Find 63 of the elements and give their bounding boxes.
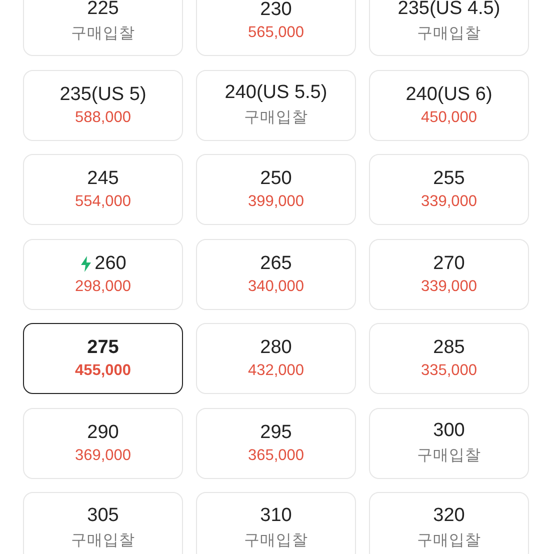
size-label: 235(US 5) — [60, 84, 146, 106]
price-label: 432,000 — [248, 362, 304, 380]
price-label: 450,000 — [420, 108, 478, 126]
price-label: 구매입찰 — [417, 446, 481, 466]
size-label: 280 — [260, 337, 292, 359]
size-label: 235(US 4.5) — [398, 0, 500, 20]
size-option[interactable]: 310 구매입찰 — [196, 492, 356, 554]
size-label: 260 — [94, 252, 126, 274]
size-option[interactable]: 250 399,000 — [196, 154, 356, 225]
size-option[interactable]: 225 구매입찰 — [23, 0, 183, 56]
size-label: 290 — [87, 422, 119, 444]
price-label: 588,000 — [74, 108, 132, 126]
size-option[interactable]: 230 565,000 — [196, 0, 356, 56]
size-label: 250 — [260, 168, 292, 190]
size-option[interactable]: 270 339,000 — [369, 238, 529, 310]
size-label: 310 — [260, 504, 292, 526]
price-label: 구매입찰 — [417, 24, 481, 44]
price-label: 구매입찰 — [71, 530, 135, 550]
size-option[interactable]: 295 365,000 — [196, 408, 356, 478]
size-label: 265 — [260, 252, 292, 274]
size-option[interactable]: 260 298,000 — [23, 238, 183, 310]
price-label: 365,000 — [248, 446, 304, 464]
size-label: 230 — [260, 0, 292, 21]
size-option[interactable]: 285 335,000 — [369, 323, 529, 394]
price-label: 399,000 — [248, 193, 304, 211]
size-option[interactable]: 320 구매입찰 — [369, 492, 529, 554]
size-option[interactable]: 265 340,000 — [196, 238, 356, 310]
price-label: 구매입찰 — [71, 24, 135, 44]
size-label: 285 — [433, 337, 465, 359]
price-label: 554,000 — [74, 193, 132, 211]
size-label: 225 — [87, 0, 119, 20]
price-label: 298,000 — [74, 278, 132, 296]
size-label: 300 — [433, 420, 465, 442]
size-option[interactable]: 235(US 5) 588,000 — [23, 70, 183, 140]
size-option[interactable]: 240(US 6) 450,000 — [369, 70, 529, 140]
size-label: 240(US 5.5) — [224, 82, 328, 104]
size-option[interactable]: 280 432,000 — [196, 323, 356, 394]
price-label: 369,000 — [74, 446, 132, 464]
size-label: 320 — [433, 504, 465, 526]
size-label: 270 — [433, 252, 465, 274]
price-label: 339,000 — [420, 278, 478, 296]
price-label: 455,000 — [74, 362, 132, 380]
price-label: 339,000 — [420, 193, 478, 211]
size-option[interactable]: 245 554,000 — [23, 154, 183, 225]
price-label: 구매입찰 — [417, 530, 481, 550]
price-label: 구매입찰 — [244, 530, 308, 550]
size-label: 255 — [433, 168, 465, 190]
price-label: 340,000 — [248, 278, 304, 296]
size-option[interactable]: 255 339,000 — [369, 154, 529, 225]
size-label: 305 — [87, 504, 119, 526]
price-label: 구매입찰 — [244, 108, 308, 128]
size-option[interactable]: 305 구매입찰 — [23, 492, 183, 554]
size-label: 240(US 6) — [406, 84, 492, 106]
size-option[interactable]: 235(US 4.5) 구매입찰 — [369, 0, 529, 56]
price-label: 565,000 — [248, 24, 304, 42]
size-option[interactable]: 300 구매입찰 — [369, 408, 529, 478]
size-option[interactable]: 290 369,000 — [23, 408, 183, 478]
size-option[interactable]: 275 455,000 — [23, 323, 183, 394]
size-option[interactable]: 240(US 5.5) 구매입찰 — [196, 70, 356, 140]
price-label: 335,000 — [420, 362, 478, 380]
size-label: 295 — [260, 422, 292, 444]
size-label: 245 — [87, 168, 119, 190]
size-label: 275 — [87, 337, 119, 359]
